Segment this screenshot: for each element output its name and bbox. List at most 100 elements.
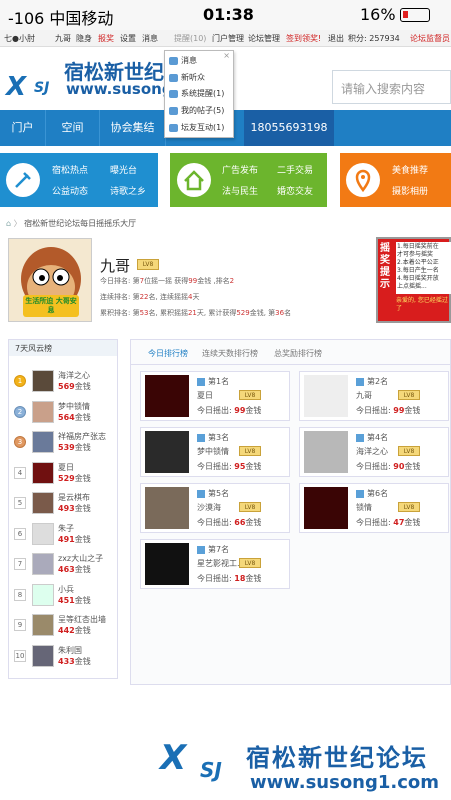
home-icon[interactable]: ⌂ xyxy=(6,219,11,228)
card-rank: 第5名 xyxy=(197,488,229,499)
dropdown-item-interaction[interactable]: 坛友互动(1) xyxy=(169,122,224,133)
cat-link-law[interactable]: 法与民生 xyxy=(222,184,258,197)
tab-today[interactable]: 今日排行榜 xyxy=(148,348,188,359)
card-username[interactable]: 夏日 xyxy=(197,390,213,401)
close-icon[interactable]: × xyxy=(223,51,230,60)
list-item[interactable]: 7 zxz大山之子 463金钱 xyxy=(12,551,116,579)
dropdown-item-messages[interactable]: 消息 xyxy=(169,55,197,66)
user-thumbnail[interactable] xyxy=(32,431,54,453)
breadcrumb-current[interactable]: 宿松新世纪论坛每日摇摇乐大厅 xyxy=(24,219,136,228)
toolbar-settings[interactable]: 设置 xyxy=(120,33,136,44)
user-name[interactable]: zxz大山之子 xyxy=(58,553,103,564)
cat-link-poetry[interactable]: 诗歌之乡 xyxy=(110,184,146,197)
cat-link-secondhand[interactable]: 二手交易 xyxy=(277,163,313,176)
card-username[interactable]: 梦中锁情 xyxy=(197,446,229,457)
user-name[interactable]: 是云棋布 xyxy=(58,492,90,503)
user-photo[interactable] xyxy=(145,375,189,417)
toolbar-moderator[interactable]: 论坛监督员 xyxy=(410,33,450,44)
list-item[interactable]: 5 是云棋布 493金钱 xyxy=(12,490,116,518)
user-photo[interactable] xyxy=(145,487,189,529)
user-name[interactable]: 朱子 xyxy=(58,523,74,534)
rank-badge: 4 xyxy=(14,466,26,479)
list-item[interactable]: 6 朱子 491金钱 xyxy=(12,521,116,549)
tab-streak[interactable]: 连续天数排行榜 xyxy=(202,348,258,359)
logo-x[interactable]: X xyxy=(6,72,26,102)
status-bar: -106 中国移动 01:38 16% xyxy=(0,0,451,30)
ranking-card[interactable]: 第7名 星艺影视工... LV8 今日摇出: 18金钱 xyxy=(140,539,290,589)
card-rank: 第4名 xyxy=(356,432,388,443)
cat-link-hot[interactable]: 宿松热点 xyxy=(52,163,88,176)
card-username[interactable]: 海洋之心 xyxy=(356,446,388,457)
cat-link-charity[interactable]: 公益动态 xyxy=(52,184,88,197)
user-thumbnail[interactable] xyxy=(32,370,54,392)
rank-badge: 1 xyxy=(14,375,26,387)
list-item[interactable]: 10 朱利国 433金钱 xyxy=(12,643,116,671)
lottery-notice: 摇奖提示 1.每日摇奖前在 才可参与摇奖 2.本着公平公正 3.每日产生一名 4.每日摇… xyxy=(376,237,451,323)
ranking-card[interactable]: 第3名 梦中锁情 LV8 今日摇出: 95金钱 xyxy=(140,427,290,477)
list-item[interactable]: 8 小兵 451金钱 xyxy=(12,582,116,610)
nav-portal[interactable]: 门户 xyxy=(0,110,46,146)
toolbar-checkin[interactable]: 签到领奖! xyxy=(286,33,321,44)
toolbar-portal-admin[interactable]: 门户管理 xyxy=(212,33,244,44)
dropdown-item-followers[interactable]: 新听众 xyxy=(169,72,205,83)
toolbar-username[interactable]: 九哥 xyxy=(55,33,71,44)
nav-space[interactable]: 空间 xyxy=(46,110,100,146)
toolbar-reminders[interactable]: 提醒(10) xyxy=(174,33,206,44)
user-name[interactable]: 夏日 xyxy=(58,462,74,473)
user-name[interactable]: 梦中锁情 xyxy=(58,401,90,412)
toolbar-report[interactable]: 报奖 xyxy=(98,33,114,44)
list-item[interactable]: 4 夏日 529金钱 xyxy=(12,460,116,488)
user-photo[interactable] xyxy=(145,431,189,473)
logo-sj[interactable]: SJ xyxy=(34,80,49,96)
dropdown-item-system[interactable]: 系统提醒(1) xyxy=(169,88,224,99)
level-badge: LV8 xyxy=(398,446,420,456)
cat-link-dating[interactable]: 婚恋交友 xyxy=(277,184,313,197)
ranking-card[interactable]: 第2名 九哥 LV8 今日摇出: 99金钱 xyxy=(299,371,449,421)
breadcrumb: ⌂ 〉 宿松新世纪论坛每日摇摇乐大厅 xyxy=(6,219,137,228)
cat-link-photo[interactable]: 摄影相册 xyxy=(392,184,428,197)
list-item[interactable]: 3 祥福房产张志 539金钱 xyxy=(12,429,116,457)
user-thumbnail[interactable] xyxy=(32,461,54,484)
user-thumbnail[interactable] xyxy=(32,492,54,514)
user-thumbnail[interactable] xyxy=(32,614,54,636)
user-thumbnail[interactable] xyxy=(32,583,54,606)
user-thumbnail[interactable] xyxy=(32,400,54,423)
card-username[interactable]: 锁情 xyxy=(356,502,372,513)
nav-association[interactable]: 协会集结 xyxy=(100,110,166,146)
cat-link-expose[interactable]: 曝光台 xyxy=(110,163,137,176)
toolbar-invisible[interactable]: 隐身 xyxy=(76,33,92,44)
user-photo[interactable] xyxy=(145,543,189,585)
card-username[interactable]: 沙漠海 xyxy=(197,502,221,513)
user-name[interactable]: 呈等红杏出墙 xyxy=(58,614,106,625)
user-photo[interactable] xyxy=(304,375,348,417)
notice-footer: 亲爱的, 您已经摇过了 xyxy=(396,297,448,312)
user-thumbnail[interactable] xyxy=(32,522,54,545)
user-photo[interactable] xyxy=(304,487,348,529)
user-name[interactable]: 祥福房产张志 xyxy=(58,431,106,442)
toolbar-avatar-label[interactable]: 七●小肘 xyxy=(4,33,35,44)
toolbar-messages[interactable]: 消息 xyxy=(142,33,158,44)
user-thumbnail[interactable] xyxy=(32,553,54,575)
list-item[interactable]: 9 呈等红杏出墙 442金钱 xyxy=(12,612,116,640)
ranking-card[interactable]: 第5名 沙漠海 LV8 今日摇出: 66金钱 xyxy=(140,483,290,533)
user-thumbnail[interactable] xyxy=(32,644,54,667)
cat-link-ads[interactable]: 广告发布 xyxy=(222,163,258,176)
carrier-label: -106 中国移动 xyxy=(8,9,114,28)
ranking-card[interactable]: 第4名 海洋之心 LV8 今日摇出: 90金钱 xyxy=(299,427,449,477)
dropdown-item-posts[interactable]: 我的帖子(5) xyxy=(169,105,224,116)
ranking-card[interactable]: 第1名 夏日 LV8 今日摇出: 99金钱 xyxy=(140,371,290,421)
list-item[interactable]: 2 梦中锁情 564金钱 xyxy=(12,399,116,427)
card-username[interactable]: 星艺影视工... xyxy=(197,558,245,569)
toolbar-forum-admin[interactable]: 论坛管理 xyxy=(248,33,280,44)
toolbar-logout[interactable]: 退出 xyxy=(328,33,344,44)
tab-total[interactable]: 总奖励排行榜 xyxy=(274,348,322,359)
user-name[interactable]: 朱利国 xyxy=(58,645,82,656)
cat-link-food[interactable]: 美食推荐 xyxy=(392,163,428,176)
ranking-card[interactable]: 第6名 锁情 LV8 今日摇出: 47金钱 xyxy=(299,483,449,533)
user-name[interactable]: 海洋之心 xyxy=(58,370,90,381)
user-photo[interactable] xyxy=(304,431,348,473)
search-input[interactable]: 请输入搜索内容 xyxy=(332,70,451,104)
list-item[interactable]: 1 海洋之心 569金钱 xyxy=(12,368,116,396)
user-name[interactable]: 小兵 xyxy=(58,584,74,595)
card-username[interactable]: 九哥 xyxy=(356,390,372,401)
